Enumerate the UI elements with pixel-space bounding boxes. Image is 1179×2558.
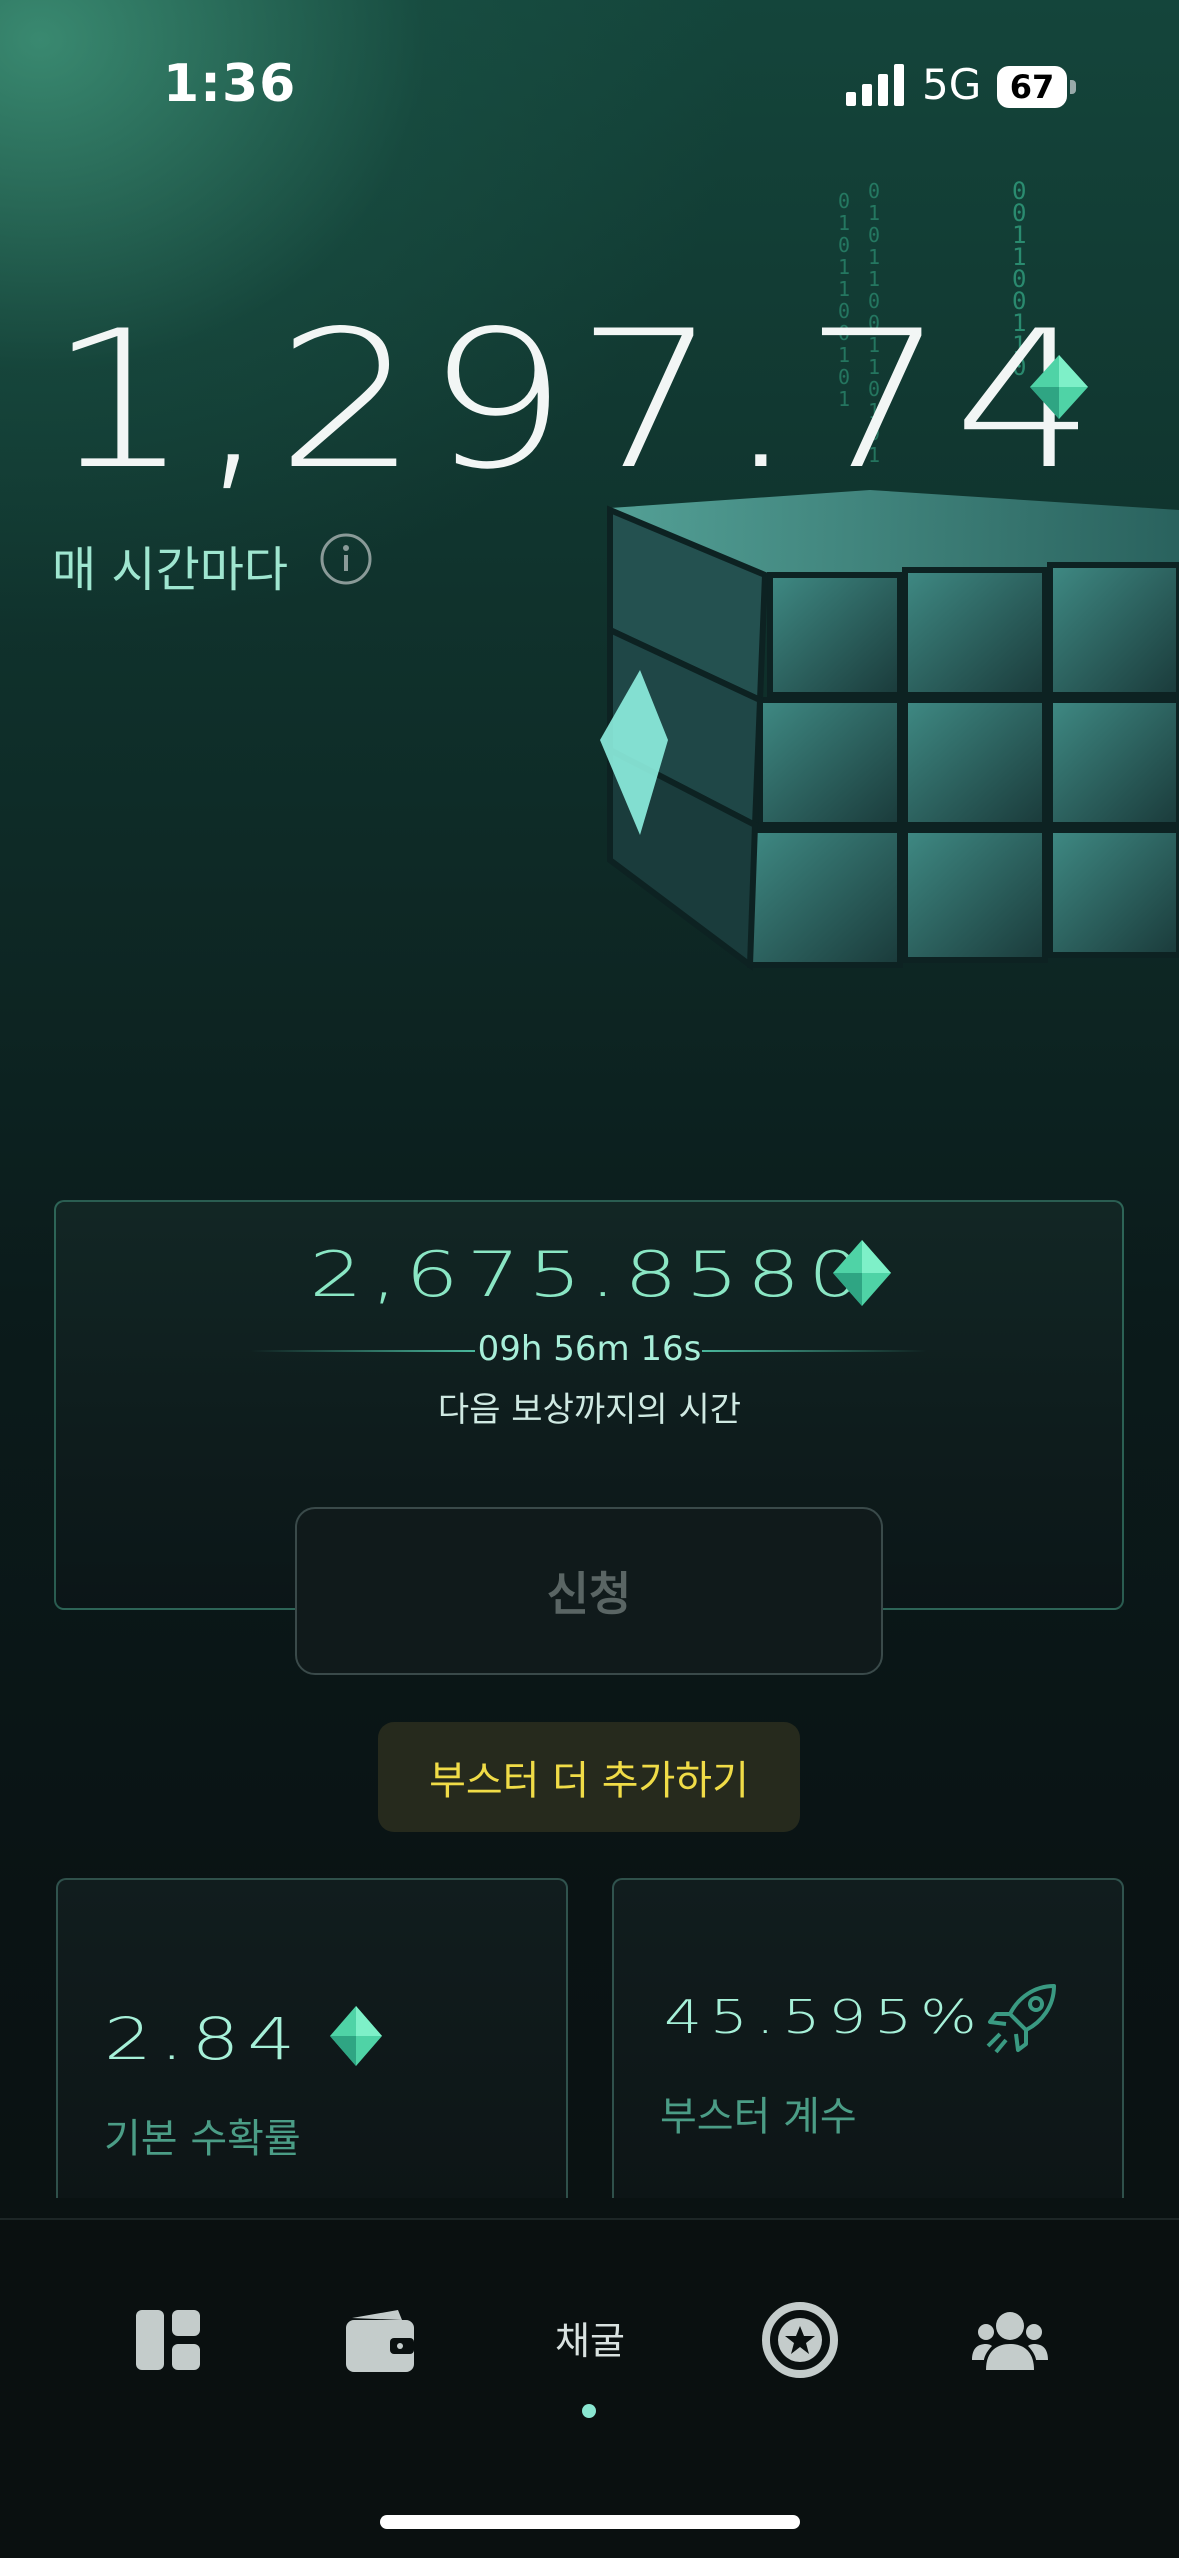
status-time: 1:36: [163, 54, 297, 114]
bottom-navigation: [0, 2218, 1179, 2558]
status-bar: 1:36 5G 67: [0, 0, 1179, 170]
wallet-icon[interactable]: [340, 2300, 420, 2380]
reward-amount-value: 2,675.8580: [309, 1238, 870, 1311]
nav-active-indicator: [582, 2404, 596, 2418]
battery-icon: 67: [997, 66, 1077, 108]
total-balance: 1,297.74: [48, 290, 1104, 511]
dashboard-icon[interactable]: [128, 2300, 208, 2380]
home-indicator: [380, 2515, 800, 2529]
reward-countdown: 09h 56m 16s: [477, 1329, 702, 1369]
apply-button[interactable]: 신청: [295, 1507, 883, 1675]
booster-card: 45.595% 부스터 계수: [612, 1878, 1124, 2198]
rate-label: 매 시간마다: [52, 542, 289, 598]
reward-countdown-caption: 다음 보상까지의 시간: [437, 1390, 742, 1430]
signal-icon: [846, 64, 904, 106]
diamond-gem-icon: [1030, 355, 1088, 419]
booster-label: 부스터 계수: [660, 2094, 857, 2140]
add-booster-button[interactable]: 부스터 더 추가하기: [378, 1722, 800, 1832]
rocket-icon: [986, 1984, 1056, 2054]
reward-amount: 2,675.8580: [0, 1238, 1179, 1311]
battery-level: 67: [1009, 68, 1055, 106]
network-type: 5G: [922, 60, 982, 109]
diamond-gem-icon: [330, 2006, 382, 2066]
cube-front: [747, 562, 1179, 968]
base-rate-card: 2.84 기본 수확률: [56, 1878, 568, 2198]
base-rate-label: 기본 수확률: [104, 2116, 301, 2162]
diamond-gem-icon: [833, 1240, 891, 1306]
star-badge-icon[interactable]: [760, 2300, 840, 2380]
mining-cube-illustration: [600, 490, 1179, 971]
nav-mining-label[interactable]: 채굴: [540, 2310, 640, 2365]
people-icon[interactable]: [970, 2300, 1050, 2380]
booster-value: 45.595%: [664, 1990, 985, 2044]
base-rate-value: 2.84: [104, 2005, 304, 2073]
info-icon[interactable]: [320, 533, 372, 585]
